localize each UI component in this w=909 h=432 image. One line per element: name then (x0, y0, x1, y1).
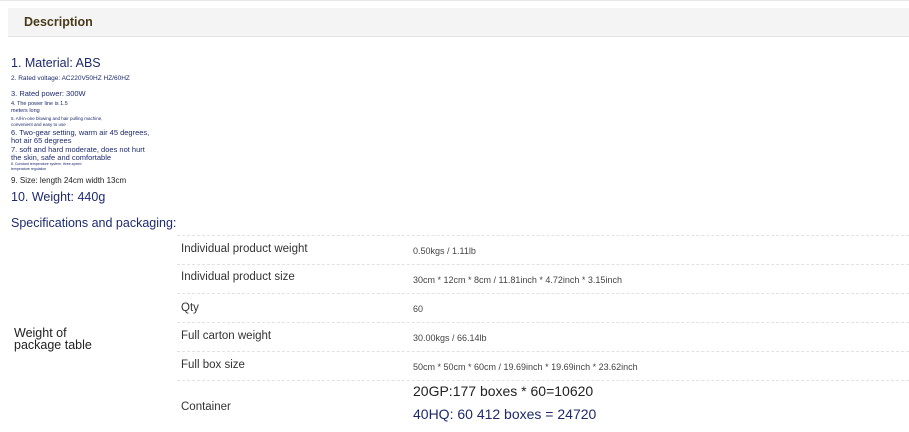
row-value-product-size: 30cm * 12cm * 8cm / 11.81inch * 4.72inch… (413, 275, 622, 285)
row-label-box-size: Full box size (181, 359, 245, 371)
desc-line-weight: 10. Weight: 440g (11, 190, 106, 204)
desc-line-material: 1. Material: ABS (11, 56, 101, 70)
desc-line-soft-2: the skin, safe and comfortable (11, 153, 112, 162)
specs-title: Specifications and packaging: (11, 216, 177, 230)
row-value-container-20gp: 20GP:177 boxes * 60=10620 (413, 383, 594, 399)
desc-line-voltage: 2. Rated voltage: AC220V50HZ HZ/60HZ (11, 75, 130, 82)
row-label-carton-weight: Full carton weight (181, 330, 272, 342)
top-divider (0, 0, 909, 1)
row-label-product-weight: Individual product weight (181, 243, 308, 255)
desc-line-power-cord-1: 4. The power line is 1.5 (11, 101, 68, 107)
desc-line-power-cord-2: meters long (11, 108, 40, 114)
row-label-product-size: Individual product size (181, 271, 295, 283)
description-title: Description (24, 15, 93, 29)
row-value-product-weight: 0.50kgs / 1.11lb (413, 246, 476, 256)
package-table-label-line2: package table (14, 338, 92, 352)
desc-line-gear-2: hot air 65 degrees (11, 136, 72, 145)
row-separator (177, 322, 909, 323)
row-label-qty: Qty (181, 302, 199, 314)
desc-line-allinone-1: 5. All-in-one blowing and hair pulling m… (11, 116, 103, 121)
row-separator (177, 351, 909, 352)
description-header: Description (8, 8, 909, 37)
row-label-container: Container (181, 401, 231, 413)
row-value-box-size: 50cm * 50cm * 60cm / 19.69inch * 19.69in… (413, 362, 638, 372)
row-separator (177, 293, 909, 294)
row-separator (177, 264, 909, 265)
row-separator (177, 235, 909, 236)
desc-line-constant-1: 8. Constant temperature system, three-sp… (11, 162, 82, 166)
row-value-qty: 60 (413, 304, 424, 314)
row-value-carton-weight: 30.00kgs / 66.14lb (413, 333, 487, 343)
package-table-label: Weight of package table (14, 327, 164, 352)
row-separator (177, 380, 909, 381)
row-value-container-40hq: 40HQ: 60 412 boxes = 24720 (413, 406, 597, 422)
desc-line-size: 9. Size: length 24cm width 13cm (11, 176, 127, 185)
desc-line-constant-2: temperature regulation (11, 167, 47, 171)
desc-line-allinone-2: convenient and easy to use (11, 122, 66, 127)
desc-line-power: 3. Rated power: 300W (11, 89, 86, 98)
